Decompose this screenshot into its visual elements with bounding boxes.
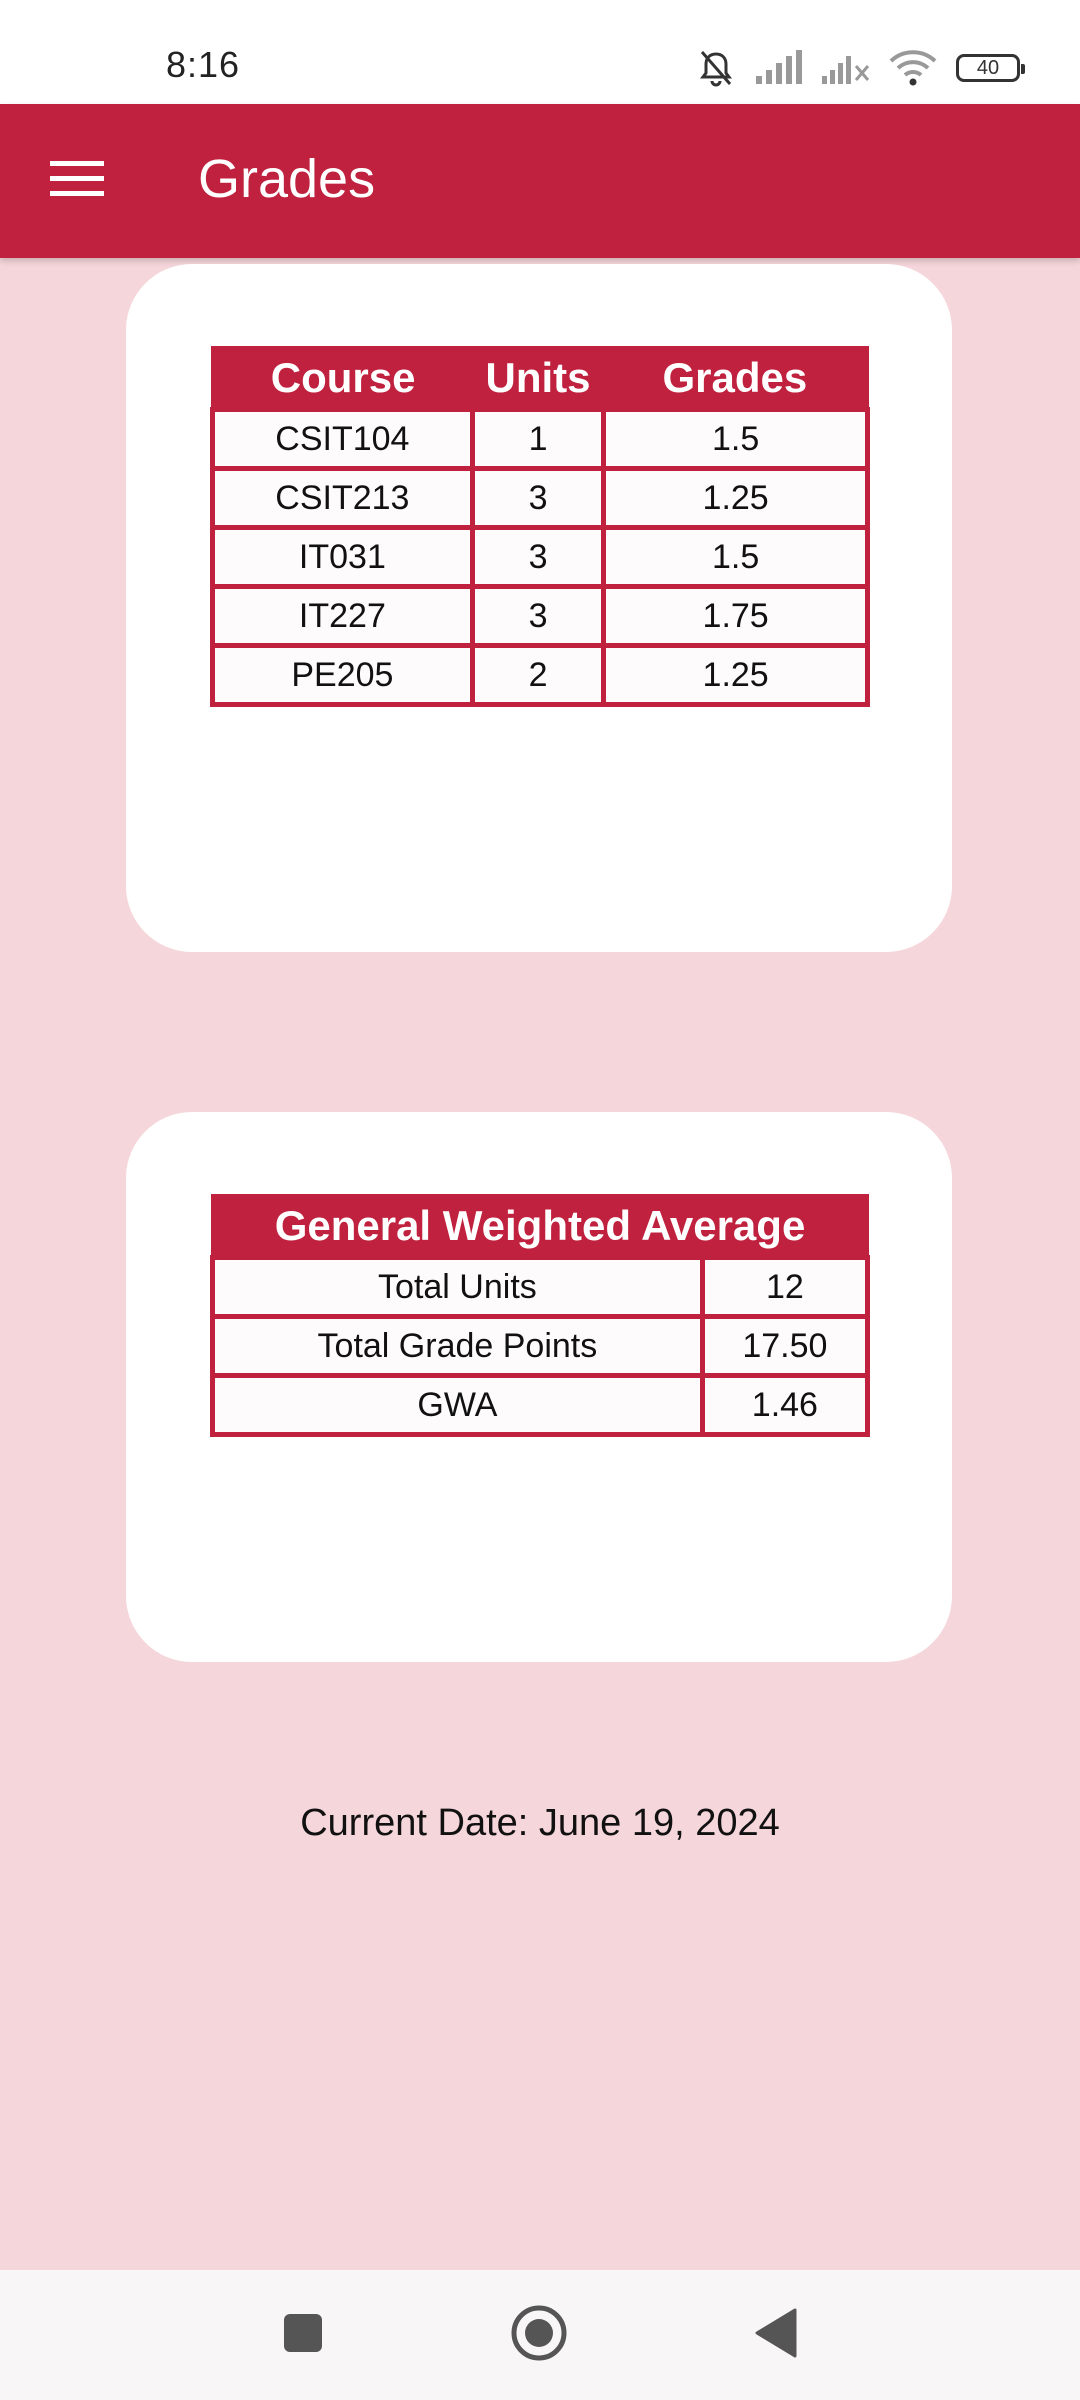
- app-bar: Grades: [0, 104, 1080, 258]
- table-row: IT227 3 1.75: [210, 584, 870, 648]
- course-cell: CSIT104: [210, 407, 475, 471]
- table-row: PE205 2 1.25: [210, 643, 870, 707]
- table-row: Total Grade Points 17.50: [210, 1314, 871, 1378]
- grades-table-header: Course Units Grades: [212, 347, 868, 410]
- gwa-label-cell: Total Grade Points: [210, 1314, 705, 1378]
- gwa-table: General Weighted Average Total Units 12 …: [210, 1194, 871, 1437]
- wifi-icon: [888, 49, 938, 87]
- current-date: Current Date: June 19, 2024: [300, 1802, 780, 1844]
- table-row: IT031 3 1.5: [210, 525, 870, 589]
- signal-off-icon: [820, 50, 870, 86]
- column-header-grades: Grades: [603, 347, 868, 410]
- menu-button[interactable]: [40, 144, 114, 218]
- units-cell: 3: [469, 584, 607, 648]
- bell-muted-icon: [696, 48, 736, 88]
- status-bar: 8:16 40: [0, 0, 1080, 104]
- units-cell: 1: [469, 407, 607, 471]
- gwa-value-cell: 1.46: [699, 1373, 871, 1437]
- recents-square-icon: [283, 2313, 323, 2358]
- column-header-course: Course: [212, 347, 473, 410]
- course-cell: IT031: [210, 525, 475, 589]
- grade-cell: 1.5: [601, 525, 870, 589]
- gwa-card: General Weighted Average Total Units 12 …: [126, 1112, 952, 1662]
- table-row: GWA 1.46: [210, 1373, 871, 1437]
- status-icons: 40: [696, 46, 1025, 90]
- back-triangle-icon: [753, 2308, 797, 2363]
- recents-button[interactable]: [268, 2300, 338, 2370]
- home-circle-icon: [510, 2304, 568, 2367]
- course-cell: CSIT213: [210, 466, 475, 530]
- gwa-label-cell: GWA: [210, 1373, 705, 1437]
- grade-cell: 1.5: [601, 407, 870, 471]
- home-button[interactable]: [504, 2300, 574, 2370]
- units-cell: 2: [469, 643, 607, 707]
- signal-icon: [754, 50, 802, 86]
- back-button[interactable]: [740, 2300, 810, 2370]
- course-cell: IT227: [210, 584, 475, 648]
- gwa-table-header: General Weighted Average: [212, 1195, 868, 1258]
- course-cell: PE205: [210, 643, 475, 707]
- table-row: CSIT213 3 1.25: [210, 466, 870, 530]
- status-time: 8:16: [166, 44, 241, 85]
- grade-cell: 1.25: [601, 466, 870, 530]
- gwa-label-cell: Total Units: [210, 1255, 705, 1319]
- column-header-units: Units: [472, 347, 604, 410]
- gwa-value-cell: 17.50: [699, 1314, 871, 1378]
- page-title: Grades: [198, 149, 376, 209]
- hamburger-menu-icon: [50, 159, 104, 204]
- grades-card: Course Units Grades CSIT104 1 1.5 CSIT21…: [126, 264, 952, 952]
- units-cell: 3: [469, 466, 607, 530]
- table-row: CSIT104 1 1.5: [210, 407, 870, 471]
- gwa-header: General Weighted Average: [212, 1195, 868, 1258]
- gwa-value-cell: 12: [699, 1255, 871, 1319]
- table-row: Total Units 12: [210, 1255, 871, 1319]
- grades-table: Course Units Grades CSIT104 1 1.5 CSIT21…: [210, 346, 870, 707]
- grade-cell: 1.75: [601, 584, 870, 648]
- grade-cell: 1.25: [601, 643, 870, 707]
- units-cell: 3: [469, 525, 607, 589]
- navigation-bar: [0, 2270, 1080, 2400]
- battery-icon: 40: [956, 54, 1025, 82]
